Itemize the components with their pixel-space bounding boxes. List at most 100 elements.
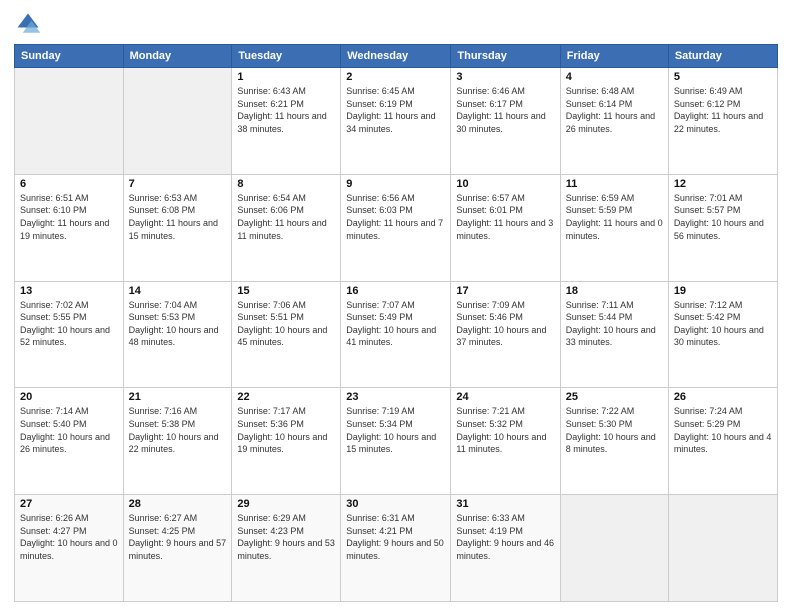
calendar-cell bbox=[123, 68, 232, 175]
calendar-cell: 10Sunrise: 6:57 AMSunset: 6:01 PMDayligh… bbox=[451, 174, 560, 281]
calendar-cell: 6 Sunrise: 6:51 AMSunset: 6:10 PMDaylight… bbox=[15, 174, 124, 281]
day-number: 9 bbox=[346, 178, 445, 190]
day-detail: Sunrise: 7:19 AMSunset: 5:34 PMDaylight:… bbox=[346, 405, 445, 455]
calendar-week-row: 27 Sunrise: 6:26 AMSunset: 4:27 PMDayligh… bbox=[15, 495, 778, 602]
calendar-cell: 14Sunrise: 7:04 AMSunset: 5:53 PMDayligh… bbox=[123, 281, 232, 388]
calendar-cell: 20 Sunrise: 7:14 AMSunset: 5:40 PMDayligh… bbox=[15, 388, 124, 495]
calendar-cell: 26Sunrise: 7:24 AMSunset: 5:29 PMDayligh… bbox=[668, 388, 777, 495]
calendar-week-row: 13Sunrise: 7:02 AMSunset: 5:55 PMDayligh… bbox=[15, 281, 778, 388]
day-number: 13 bbox=[20, 285, 118, 297]
day-number: 16 bbox=[346, 285, 445, 297]
day-detail: Sunrise: 6:49 AMSunset: 6:12 PMDaylight:… bbox=[674, 85, 772, 135]
calendar-cell: 9Sunrise: 6:56 AMSunset: 6:03 PMDaylight… bbox=[341, 174, 451, 281]
day-number: 21 bbox=[129, 391, 227, 403]
calendar-cell: 24 Sunrise: 7:21 AMSunset: 5:32 PMDayligh… bbox=[451, 388, 560, 495]
calendar-cell: 12 Sunrise: 7:01 AMSunset: 5:57 PMDayligh… bbox=[668, 174, 777, 281]
calendar-cell: 16 Sunrise: 7:07 AMSunset: 5:49 PMDayligh… bbox=[341, 281, 451, 388]
day-number: 23 bbox=[346, 391, 445, 403]
day-number: 10 bbox=[456, 178, 554, 190]
calendar-cell: 21 Sunrise: 7:16 AMSunset: 5:38 PMDayligh… bbox=[123, 388, 232, 495]
day-detail: Sunrise: 6:29 AMSunset: 4:23 PMDaylight:… bbox=[237, 512, 335, 562]
day-number: 24 bbox=[456, 391, 554, 403]
day-number: 12 bbox=[674, 178, 772, 190]
day-detail: Sunrise: 7:09 AMSunset: 5:46 PMDaylight:… bbox=[456, 299, 554, 349]
calendar-cell: 3 Sunrise: 6:46 AMSunset: 6:17 PMDaylight… bbox=[451, 68, 560, 175]
day-number: 2 bbox=[346, 71, 445, 83]
day-number: 29 bbox=[237, 498, 335, 510]
day-detail: Sunrise: 6:45 AMSunset: 6:19 PMDaylight:… bbox=[346, 85, 445, 135]
day-detail: Sunrise: 7:21 AMSunset: 5:32 PMDaylight:… bbox=[456, 405, 554, 455]
day-number: 3 bbox=[456, 71, 554, 83]
day-number: 25 bbox=[566, 391, 663, 403]
calendar-cell: 28 Sunrise: 6:27 AMSunset: 4:25 PMDayligh… bbox=[123, 495, 232, 602]
day-number: 18 bbox=[566, 285, 663, 297]
weekday-header: Sunday bbox=[15, 45, 124, 68]
day-detail: Sunrise: 7:17 AMSunset: 5:36 PMDaylight:… bbox=[237, 405, 335, 455]
calendar-cell bbox=[560, 495, 668, 602]
day-number: 20 bbox=[20, 391, 118, 403]
weekday-header: Friday bbox=[560, 45, 668, 68]
calendar-cell: 27 Sunrise: 6:26 AMSunset: 4:27 PMDayligh… bbox=[15, 495, 124, 602]
day-number: 27 bbox=[20, 498, 118, 510]
day-detail: Sunrise: 7:01 AMSunset: 5:57 PMDaylight:… bbox=[674, 192, 772, 242]
day-number: 22 bbox=[237, 391, 335, 403]
day-number: 5 bbox=[674, 71, 772, 83]
header bbox=[14, 10, 778, 38]
day-number: 1 bbox=[237, 71, 335, 83]
day-detail: Sunrise: 6:53 AMSunset: 6:08 PMDaylight:… bbox=[129, 192, 227, 242]
calendar-week-row: 6 Sunrise: 6:51 AMSunset: 6:10 PMDaylight… bbox=[15, 174, 778, 281]
day-detail: Sunrise: 6:27 AMSunset: 4:25 PMDaylight:… bbox=[129, 512, 227, 562]
day-number: 4 bbox=[566, 71, 663, 83]
calendar-cell: 13Sunrise: 7:02 AMSunset: 5:55 PMDayligh… bbox=[15, 281, 124, 388]
day-number: 30 bbox=[346, 498, 445, 510]
day-number: 28 bbox=[129, 498, 227, 510]
day-number: 7 bbox=[129, 178, 227, 190]
page: SundayMondayTuesdayWednesdayThursdayFrid… bbox=[0, 0, 792, 612]
calendar-cell: 11 Sunrise: 6:59 AMSunset: 5:59 PMDayligh… bbox=[560, 174, 668, 281]
day-detail: Sunrise: 6:31 AMSunset: 4:21 PMDaylight:… bbox=[346, 512, 445, 562]
weekday-header: Wednesday bbox=[341, 45, 451, 68]
calendar-cell: 1Sunrise: 6:43 AMSunset: 6:21 PMDaylight… bbox=[232, 68, 341, 175]
calendar-cell: 29 Sunrise: 6:29 AMSunset: 4:23 PMDayligh… bbox=[232, 495, 341, 602]
calendar-cell: 22 Sunrise: 7:17 AMSunset: 5:36 PMDayligh… bbox=[232, 388, 341, 495]
day-detail: Sunrise: 7:11 AMSunset: 5:44 PMDaylight:… bbox=[566, 299, 663, 349]
day-detail: Sunrise: 6:51 AMSunset: 6:10 PMDaylight:… bbox=[20, 192, 118, 242]
calendar-cell: 8 Sunrise: 6:54 AMSunset: 6:06 PMDaylight… bbox=[232, 174, 341, 281]
day-number: 31 bbox=[456, 498, 554, 510]
day-detail: Sunrise: 6:46 AMSunset: 6:17 PMDaylight:… bbox=[456, 85, 554, 135]
weekday-header: Tuesday bbox=[232, 45, 341, 68]
calendar-cell: 18 Sunrise: 7:11 AMSunset: 5:44 PMDayligh… bbox=[560, 281, 668, 388]
weekday-header: Monday bbox=[123, 45, 232, 68]
calendar-cell bbox=[15, 68, 124, 175]
day-detail: Sunrise: 7:14 AMSunset: 5:40 PMDaylight:… bbox=[20, 405, 118, 455]
day-number: 6 bbox=[20, 178, 118, 190]
logo bbox=[14, 10, 46, 38]
day-number: 15 bbox=[237, 285, 335, 297]
day-number: 8 bbox=[237, 178, 335, 190]
day-number: 19 bbox=[674, 285, 772, 297]
calendar-cell: 30 Sunrise: 6:31 AMSunset: 4:21 PMDayligh… bbox=[341, 495, 451, 602]
day-detail: Sunrise: 6:48 AMSunset: 6:14 PMDaylight:… bbox=[566, 85, 663, 135]
day-detail: Sunrise: 6:26 AMSunset: 4:27 PMDaylight:… bbox=[20, 512, 118, 562]
calendar-table: SundayMondayTuesdayWednesdayThursdayFrid… bbox=[14, 44, 778, 602]
weekday-header: Saturday bbox=[668, 45, 777, 68]
calendar-cell: 23 Sunrise: 7:19 AMSunset: 5:34 PMDayligh… bbox=[341, 388, 451, 495]
day-detail: Sunrise: 6:54 AMSunset: 6:06 PMDaylight:… bbox=[237, 192, 335, 242]
day-number: 11 bbox=[566, 178, 663, 190]
day-detail: Sunrise: 7:12 AMSunset: 5:42 PMDaylight:… bbox=[674, 299, 772, 349]
calendar-cell: 7 Sunrise: 6:53 AMSunset: 6:08 PMDaylight… bbox=[123, 174, 232, 281]
day-detail: Sunrise: 6:59 AMSunset: 5:59 PMDaylight:… bbox=[566, 192, 663, 242]
day-detail: Sunrise: 7:22 AMSunset: 5:30 PMDaylight:… bbox=[566, 405, 663, 455]
calendar-cell: 4 Sunrise: 6:48 AMSunset: 6:14 PMDaylight… bbox=[560, 68, 668, 175]
day-detail: Sunrise: 7:07 AMSunset: 5:49 PMDaylight:… bbox=[346, 299, 445, 349]
day-detail: Sunrise: 7:16 AMSunset: 5:38 PMDaylight:… bbox=[129, 405, 227, 455]
calendar-cell bbox=[668, 495, 777, 602]
day-number: 17 bbox=[456, 285, 554, 297]
calendar-cell: 15Sunrise: 7:06 AMSunset: 5:51 PMDayligh… bbox=[232, 281, 341, 388]
day-detail: Sunrise: 7:24 AMSunset: 5:29 PMDaylight:… bbox=[674, 405, 772, 455]
weekday-header-row: SundayMondayTuesdayWednesdayThursdayFrid… bbox=[15, 45, 778, 68]
calendar-week-row: 1Sunrise: 6:43 AMSunset: 6:21 PMDaylight… bbox=[15, 68, 778, 175]
logo-icon bbox=[14, 10, 42, 38]
calendar-week-row: 20 Sunrise: 7:14 AMSunset: 5:40 PMDayligh… bbox=[15, 388, 778, 495]
day-detail: Sunrise: 6:33 AMSunset: 4:19 PMDaylight:… bbox=[456, 512, 554, 562]
